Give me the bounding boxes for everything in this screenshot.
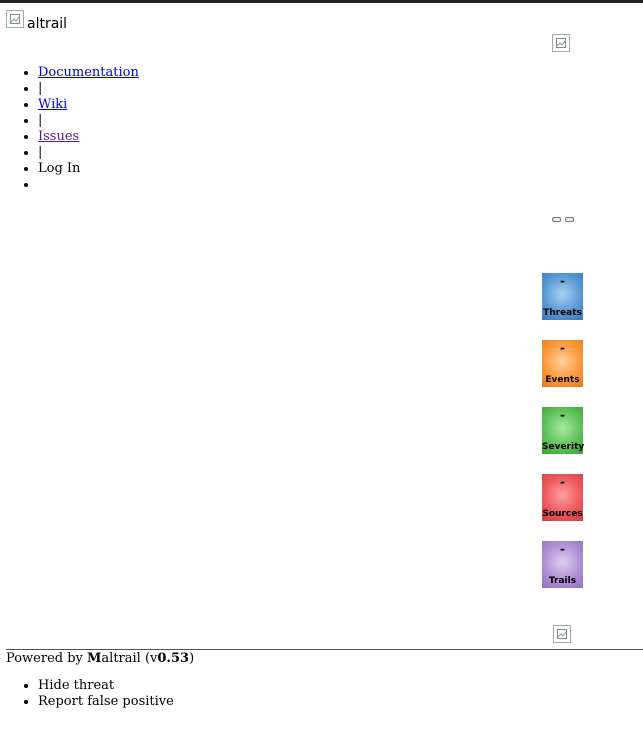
- context-menu-report-false-positive[interactable]: Report false positive: [38, 694, 174, 710]
- stat-events-value: -: [560, 341, 565, 355]
- logo-text: altrail: [27, 16, 68, 32]
- page: altrail Documentation | Wiki | Issues | …: [0, 0, 643, 742]
- nav-separator: |: [38, 113, 139, 129]
- context-menu-hide-threat[interactable]: Hide threat: [38, 678, 174, 694]
- footer-version: 0.53: [157, 651, 190, 666]
- nav-item-wiki: Wiki: [38, 97, 139, 113]
- stat-trails[interactable]: - Trails: [542, 541, 583, 588]
- stat-trails-label: Trails: [548, 576, 577, 586]
- context-menu: Hide threat Report false positive: [0, 678, 174, 710]
- footer-brand-initial: M: [87, 651, 102, 666]
- main-nav: Documentation | Wiki | Issues | Log In: [0, 65, 139, 193]
- nav-item-issues: Issues: [38, 129, 139, 145]
- nav-item-empty: [38, 177, 139, 193]
- footer: Powered by Maltrail (v0.53): [6, 651, 194, 667]
- header-image-icon: [552, 34, 570, 52]
- stat-severity-label: Severity: [542, 442, 585, 452]
- stat-sources-value: -: [560, 475, 565, 489]
- documentation-link[interactable]: Documentation: [38, 65, 139, 80]
- footer-prefix: Powered by: [6, 651, 88, 666]
- stat-threats[interactable]: - Threats: [542, 273, 583, 320]
- period-prev-button[interactable]: [552, 217, 561, 222]
- stat-events[interactable]: - Events: [542, 340, 583, 387]
- top-border: [0, 0, 643, 3]
- nav-separator: |: [38, 145, 139, 161]
- login-link[interactable]: Log In: [38, 161, 80, 176]
- logo-image-icon: [6, 10, 24, 28]
- stat-severity-value: -: [560, 408, 565, 422]
- footer-divider: [6, 649, 643, 650]
- stat-events-label: Events: [545, 375, 580, 385]
- stat-threats-value: -: [560, 274, 565, 288]
- period-next-button[interactable]: [565, 217, 574, 222]
- footer-brand-rest: altrail (v: [101, 651, 158, 666]
- nav-item-login[interactable]: Log In: [38, 161, 139, 177]
- footer-suffix: ): [189, 651, 195, 666]
- wiki-link[interactable]: Wiki: [38, 97, 67, 112]
- issues-link[interactable]: Issues: [38, 129, 79, 144]
- stat-sources-label: Sources: [542, 509, 583, 519]
- footer-image-icon: [553, 625, 571, 643]
- nav-item-documentation: Documentation: [38, 65, 139, 81]
- stat-trails-value: -: [560, 542, 565, 556]
- stat-severity[interactable]: - Severity: [542, 407, 585, 454]
- nav-separator: |: [38, 81, 139, 97]
- stat-threats-label: Threats: [543, 308, 582, 318]
- stat-sources[interactable]: - Sources: [542, 474, 583, 521]
